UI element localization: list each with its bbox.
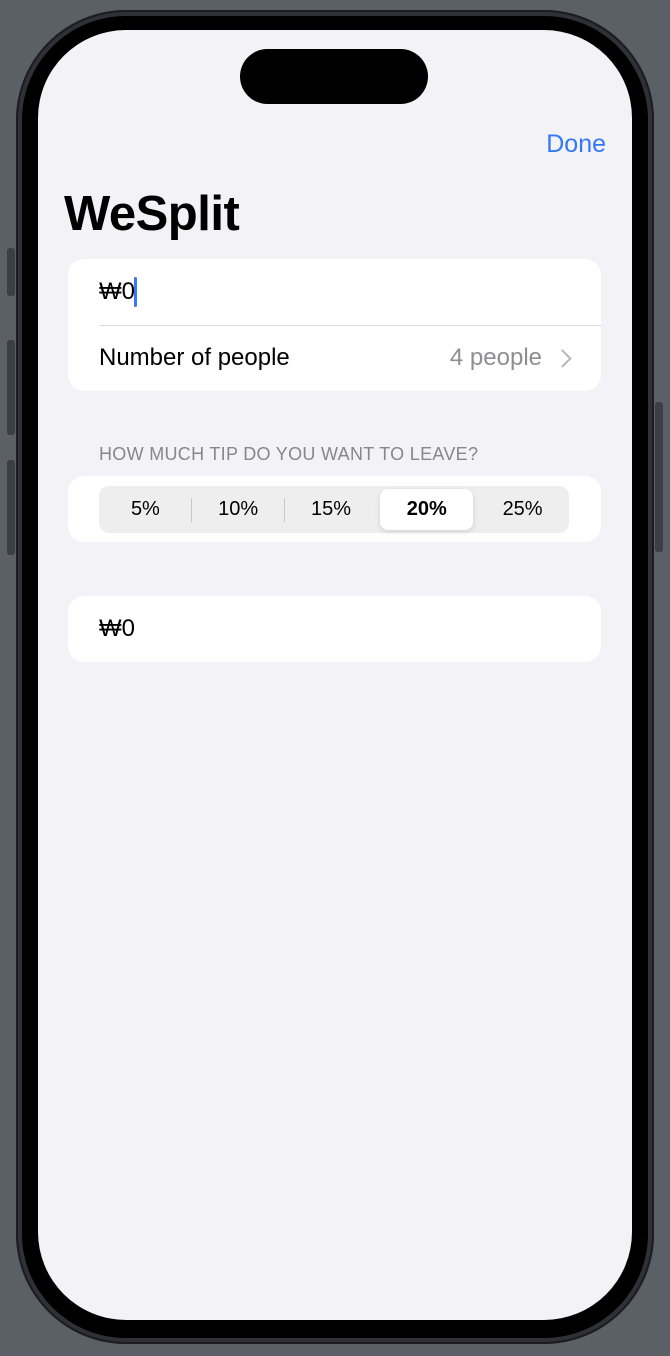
number-of-people-picker[interactable]: Number of people 4 people: [99, 325, 601, 391]
text-cursor: [134, 277, 137, 307]
tip-option-15[interactable]: 15%: [285, 486, 378, 533]
action-button: [7, 248, 15, 296]
amount-people-section: ₩0 Number of people 4 people: [68, 259, 601, 391]
volume-down-button: [7, 460, 15, 555]
tip-section-header: HOW MUCH TIP DO YOU WANT TO LEAVE?: [99, 444, 479, 464]
tip-option-5[interactable]: 5%: [99, 486, 192, 533]
people-value-group: 4 people: [450, 344, 573, 372]
app-screen: Done WeSplit ₩0 Number of people 4 peopl…: [38, 30, 632, 1320]
total-per-person: ₩0: [99, 615, 135, 642]
tip-option-25[interactable]: 25%: [476, 486, 569, 533]
done-button[interactable]: Done: [546, 130, 606, 159]
volume-up-button: [7, 340, 15, 435]
people-label: Number of people: [99, 344, 290, 371]
tip-segmented-control: 5% 10% 15% 20% 25%: [99, 486, 569, 533]
people-value: 4 people: [449, 344, 542, 371]
chevron-right-icon: [553, 348, 572, 368]
power-button: [655, 402, 663, 552]
dynamic-island: [240, 49, 428, 104]
amount-field[interactable]: ₩0: [99, 278, 135, 306]
page-title: WeSplit: [64, 187, 240, 241]
amount-row[interactable]: ₩0: [99, 259, 601, 326]
tip-section: 5% 10% 15% 20% 25%: [68, 476, 601, 542]
tip-option-20[interactable]: 20%: [380, 489, 474, 530]
total-section: ₩0: [68, 596, 601, 662]
tip-option-10[interactable]: 10%: [192, 486, 285, 533]
